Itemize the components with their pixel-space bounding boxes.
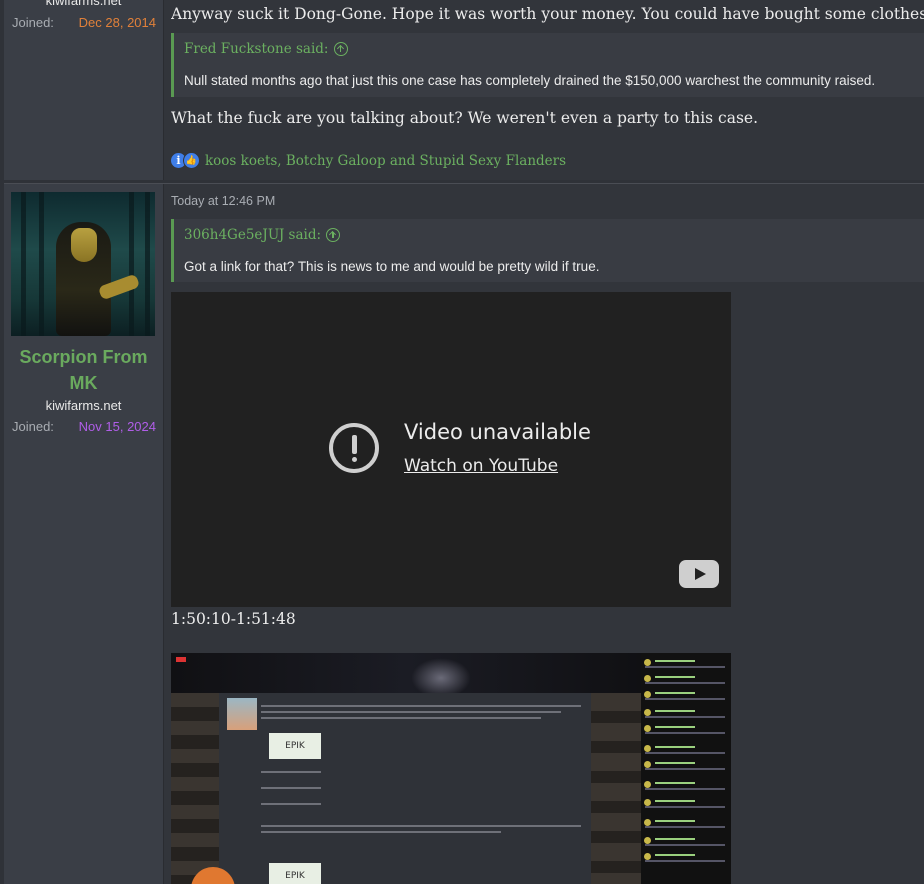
reaction-users[interactable]: koos koets, Botchy Galoop and Stupid Sex… <box>205 153 566 169</box>
post-text: 1:50:10-1:51:48 <box>171 610 296 628</box>
quote-block: 306h4Ge5eJUJ said: Got a link for that? … <box>171 219 924 282</box>
post-message-2: Scorpion From MK kiwifarms.net Joined: N… <box>4 183 924 884</box>
post-text: Anyway suck it Dong-Gone. Hope it was wo… <box>171 5 924 23</box>
watch-on-youtube-link[interactable]: Watch on YouTube <box>404 456 558 476</box>
joined-row: Joined: Nov 15, 2024 <box>12 419 156 434</box>
quote-author-link[interactable]: Fred Fuckstone said: <box>184 41 348 57</box>
screenshot-logo: EPIK <box>269 733 321 759</box>
username[interactable]: Scorpion From MK <box>4 344 163 396</box>
reactions-bar[interactable]: i 👍 koos koets, Botchy Galoop and Stupid… <box>171 152 566 169</box>
like-reaction-icon: 👍 <box>183 152 200 169</box>
arrow-up-circle-icon[interactable] <box>326 228 341 242</box>
user-sidebar: kiwifarms.net Joined: Dec 28, 2014 <box>4 0 164 180</box>
youtube-logo-icon[interactable] <box>679 560 719 588</box>
quote-text: Null stated months ago that just this on… <box>184 73 876 88</box>
quote-author: Fred Fuckstone said: <box>184 41 329 57</box>
user-site: kiwifarms.net <box>45 398 122 413</box>
screenshot-logo: EPIK <box>269 863 321 884</box>
post-text: What the fuck are you talking about? We … <box>171 109 759 127</box>
post-content: Anyway suck it Dong-Gone. Hope it was wo… <box>171 0 924 180</box>
youtube-embed[interactable]: Video unavailable Watch on YouTube <box>171 292 731 607</box>
alert-circle-icon <box>329 423 379 473</box>
joined-label: Joined: <box>12 15 54 30</box>
post-message-1: kiwifarms.net Joined: Dec 28, 2014 Anywa… <box>4 0 924 180</box>
post-timestamp[interactable]: Today at 12:46 PM <box>171 194 275 208</box>
avatar[interactable] <box>11 192 155 336</box>
user-site: kiwifarms.net <box>45 0 122 8</box>
joined-row: Joined: Dec 28, 2014 <box>12 15 156 30</box>
user-sidebar: Scorpion From MK kiwifarms.net Joined: N… <box>4 184 164 884</box>
joined-date: Dec 28, 2014 <box>78 15 156 30</box>
joined-label: Joined: <box>12 419 54 434</box>
quote-block: Fred Fuckstone said: Null stated months … <box>171 33 924 97</box>
post-content: Today at 12:46 PM 306h4Ge5eJUJ said: Got… <box>171 184 924 884</box>
arrow-up-circle-icon[interactable] <box>333 42 348 56</box>
video-unavailable-title: Video unavailable <box>404 420 591 444</box>
quote-author-link[interactable]: 306h4Ge5eJUJ said: <box>184 227 341 243</box>
quote-text: Got a link for that? This is news to me … <box>184 259 600 274</box>
quote-author: 306h4Ge5eJUJ said: <box>184 227 322 243</box>
joined-date: Nov 15, 2024 <box>78 419 156 434</box>
attached-screenshot[interactable]: EPIK EPIK <box>171 653 731 884</box>
